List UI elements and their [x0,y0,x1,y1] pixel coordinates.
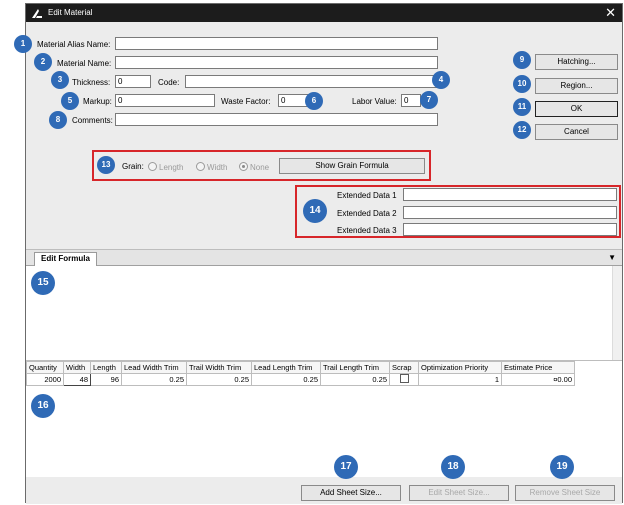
cell-length[interactable]: 96 [90,373,122,386]
callout-19: 19 [550,455,574,479]
app-logo-icon [32,9,42,18]
remove-sheet-size-button[interactable]: Remove Sheet Size [515,485,615,501]
callout-11: 11 [513,98,531,116]
close-icon[interactable]: ✕ [605,5,616,21]
formula-scrollbar[interactable] [612,266,622,360]
callout-16: 16 [31,394,55,418]
comments-label: Comments: [72,116,113,125]
callout-18: 18 [441,455,465,479]
code-input[interactable] [185,75,438,88]
window-title: Edit Material [48,8,93,17]
hatching-button[interactable]: Hatching... [535,54,618,70]
column-header-width[interactable]: Width [63,361,91,374]
callout-8: 8 [49,111,67,129]
column-header-trail-length-trim[interactable]: Trail Length Trim [320,361,390,374]
alias-name-label: Material Alias Name: [37,40,111,49]
cell-lead-length-trim[interactable]: 0.25 [251,373,321,386]
callout-7: 7 [420,91,438,109]
edit-material-dialog: Edit Material ✕ Material Alias Name: Mat… [25,3,623,504]
column-header-lead-width-trim[interactable]: Lead Width Trim [121,361,187,374]
ok-button[interactable]: OK [535,101,618,117]
material-name-input[interactable] [115,56,438,69]
sheet-size-grid: Quantity Width Length Lead Width Trim Tr… [26,361,622,477]
callout-10: 10 [513,75,531,93]
table-header-row: Quantity Width Length Lead Width Trim Tr… [26,361,575,374]
callout-15: 15 [31,271,55,295]
cell-trail-length-trim[interactable]: 0.25 [320,373,390,386]
markup-input[interactable]: 0 [115,94,215,107]
extended-data-1-input[interactable] [403,188,617,201]
column-header-quantity[interactable]: Quantity [26,361,64,374]
column-header-estimate-price[interactable]: Estimate Price [501,361,575,374]
tab-edit-formula[interactable]: Edit Formula [34,252,97,266]
cancel-button[interactable]: Cancel [535,124,618,140]
chevron-down-icon[interactable]: ▼ [608,253,616,262]
grain-none-radio[interactable]: None [239,162,269,172]
grain-length-radio[interactable]: Length [148,162,183,172]
material-name-label: Material Name: [57,59,112,68]
comments-input[interactable] [115,113,438,126]
scrap-checkbox[interactable] [399,374,409,383]
labor-value-label: Labor Value: [352,97,397,106]
title-bar: Edit Material ✕ [26,4,622,22]
extended-data-3-input[interactable] [403,223,617,236]
callout-3: 3 [51,71,69,89]
callout-4: 4 [432,71,450,89]
grain-width-radio[interactable]: Width [196,162,227,172]
extended-data-2-input[interactable] [403,206,617,219]
callout-14: 14 [303,199,327,223]
callout-9: 9 [513,51,531,69]
grain-width-label: Width [207,163,228,172]
callout-2: 2 [34,53,52,71]
sheet-size-table: Quantity Width Length Lead Width Trim Tr… [26,361,575,386]
cell-width[interactable]: 48 [63,373,91,386]
column-header-length[interactable]: Length [90,361,122,374]
edit-sheet-size-button[interactable]: Edit Sheet Size... [409,485,509,501]
add-sheet-size-button[interactable]: Add Sheet Size... [301,485,401,501]
grain-none-label: None [250,163,270,172]
cell-optimization-priority[interactable]: 1 [418,373,502,386]
callout-17: 17 [334,455,358,479]
callout-6: 6 [305,92,323,110]
cell-quantity[interactable]: 2000 [26,373,64,386]
labor-value-input[interactable]: 0 [401,94,421,107]
callout-13: 13 [97,156,115,174]
grain-label: Grain: [122,162,144,171]
alias-name-input[interactable] [115,37,438,50]
formula-tab-strip: Edit Formula ▼ [26,249,622,266]
cell-scrap[interactable] [389,373,419,386]
extended-data-2-label: Extended Data 2 [337,209,397,218]
formula-editor[interactable] [26,266,622,361]
column-header-lead-length-trim[interactable]: Lead Length Trim [251,361,321,374]
show-grain-formula-button[interactable]: Show Grain Formula [279,158,425,174]
waste-factor-label: Waste Factor: [221,97,271,106]
callout-1: 1 [14,35,32,53]
markup-label: Markup: [83,97,112,106]
column-header-scrap[interactable]: Scrap [389,361,419,374]
column-header-optimization-priority[interactable]: Optimization Priority [418,361,502,374]
table-row[interactable]: 2000 48 96 0.25 0.25 0.25 0.25 1 ¤0.00 [26,373,575,386]
callout-12: 12 [513,121,531,139]
extended-data-1-label: Extended Data 1 [337,191,397,200]
grain-length-label: Length [159,163,184,172]
region-button[interactable]: Region... [535,78,618,94]
thickness-label: Thickness: [72,78,111,87]
cell-estimate-price[interactable]: ¤0.00 [501,373,575,386]
code-label: Code: [158,78,180,87]
thickness-input[interactable]: 0 [115,75,151,88]
sheet-size-footer: Add Sheet Size... Edit Sheet Size... Rem… [26,478,622,504]
callout-5: 5 [61,92,79,110]
cell-trail-width-trim[interactable]: 0.25 [186,373,252,386]
cell-lead-width-trim[interactable]: 0.25 [121,373,187,386]
column-header-trail-width-trim[interactable]: Trail Width Trim [186,361,252,374]
extended-data-3-label: Extended Data 3 [337,226,397,235]
